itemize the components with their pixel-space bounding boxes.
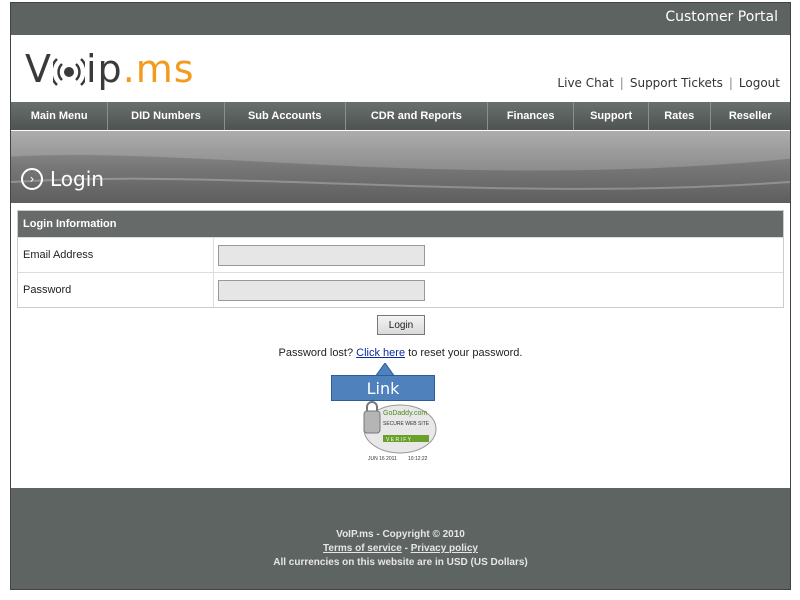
chevron-right-circle-icon: › bbox=[21, 168, 43, 190]
nav-item-did-numbers[interactable]: DID Numbers bbox=[108, 102, 225, 130]
login-form: Login Information Email Address Password bbox=[17, 210, 784, 308]
live-chat-link[interactable]: Live Chat bbox=[557, 76, 613, 90]
banner-swoosh-graphic bbox=[11, 131, 790, 190]
nav-item-support[interactable]: Support bbox=[574, 102, 649, 130]
link-separator: | bbox=[728, 76, 733, 90]
footer: VoIP.ms - Copyright © 2010 Terms of serv… bbox=[11, 488, 790, 589]
badge-time: 10:12:22 bbox=[408, 456, 428, 462]
footer-link-separator: - bbox=[404, 543, 408, 554]
password-lost-text: Password lost? Click here to reset your … bbox=[11, 347, 790, 359]
footer-currency-note: All currencies on this website are in US… bbox=[273, 557, 528, 568]
voipms-logo[interactable]: V ip.ms bbox=[25, 45, 195, 93]
password-field[interactable] bbox=[218, 279, 425, 301]
reset-password-link[interactable]: Click here bbox=[356, 347, 405, 359]
badge-line1: SECURE WEB SITE bbox=[383, 421, 430, 427]
privacy-policy-link[interactable]: Privacy policy bbox=[411, 543, 478, 554]
badge-brand: GoDaddy.com bbox=[383, 410, 427, 417]
godaddy-secure-badge[interactable]: GoDaddy.com SECURE WEB SITE V E R I F Y … bbox=[356, 401, 441, 463]
footer-links: Terms of service - Privacy policy bbox=[11, 542, 790, 556]
password-row: Password bbox=[18, 272, 783, 307]
email-field[interactable] bbox=[218, 244, 425, 266]
terms-of-service-link[interactable]: Terms of service bbox=[323, 543, 402, 554]
nav-item-rates[interactable]: Rates bbox=[649, 102, 711, 130]
logo-text-ms: .ms bbox=[122, 47, 195, 91]
logo-text-v: V bbox=[25, 47, 52, 91]
nav-item-reseller[interactable]: Reseller bbox=[711, 102, 790, 130]
password-lost-suffix: to reset your password. bbox=[408, 347, 523, 359]
email-row: Email Address bbox=[18, 237, 783, 272]
page-frame: Customer Portal V ip.ms Live Chat | Suppor… bbox=[10, 2, 791, 590]
header-links: Live Chat | Support Tickets | Logout bbox=[557, 76, 780, 90]
badge-verify: V E R I F Y bbox=[386, 437, 412, 443]
password-label: Password bbox=[18, 273, 214, 307]
badge-date: JUN 16 2011 bbox=[368, 456, 397, 462]
nav-item-cdr-and-reports[interactable]: CDR and Reports bbox=[346, 102, 488, 130]
page-title: › Login bbox=[21, 167, 104, 191]
link-separator: | bbox=[619, 76, 624, 90]
form-header: Login Information bbox=[18, 211, 783, 237]
page-title-text: Login bbox=[50, 167, 104, 191]
nav-item-main-menu[interactable]: Main Menu bbox=[11, 102, 109, 130]
page-banner: › Login bbox=[11, 131, 790, 203]
support-tickets-link[interactable]: Support Tickets bbox=[630, 76, 723, 90]
nav-item-sub-accounts[interactable]: Sub Accounts bbox=[225, 102, 346, 130]
footer-text: VoIP.ms - Copyright © 2010 Terms of serv… bbox=[11, 528, 790, 570]
portal-title: Customer Portal bbox=[665, 9, 778, 25]
nav-item-finances[interactable]: Finances bbox=[488, 102, 575, 130]
email-label: Email Address bbox=[18, 238, 214, 272]
logo-signal-icon bbox=[53, 57, 85, 86]
callout-label: Link bbox=[331, 375, 435, 401]
login-button[interactable]: Login bbox=[377, 315, 425, 335]
logo-text-ip: ip bbox=[86, 47, 123, 91]
main-nav: Main Menu DID Numbers Sub Accounts CDR a… bbox=[11, 102, 790, 130]
logout-link[interactable]: Logout bbox=[739, 76, 780, 90]
top-bar: Customer Portal bbox=[11, 3, 790, 35]
footer-copyright: VoIP.ms - Copyright © 2010 bbox=[336, 529, 465, 540]
password-lost-prefix: Password lost? bbox=[278, 347, 354, 359]
